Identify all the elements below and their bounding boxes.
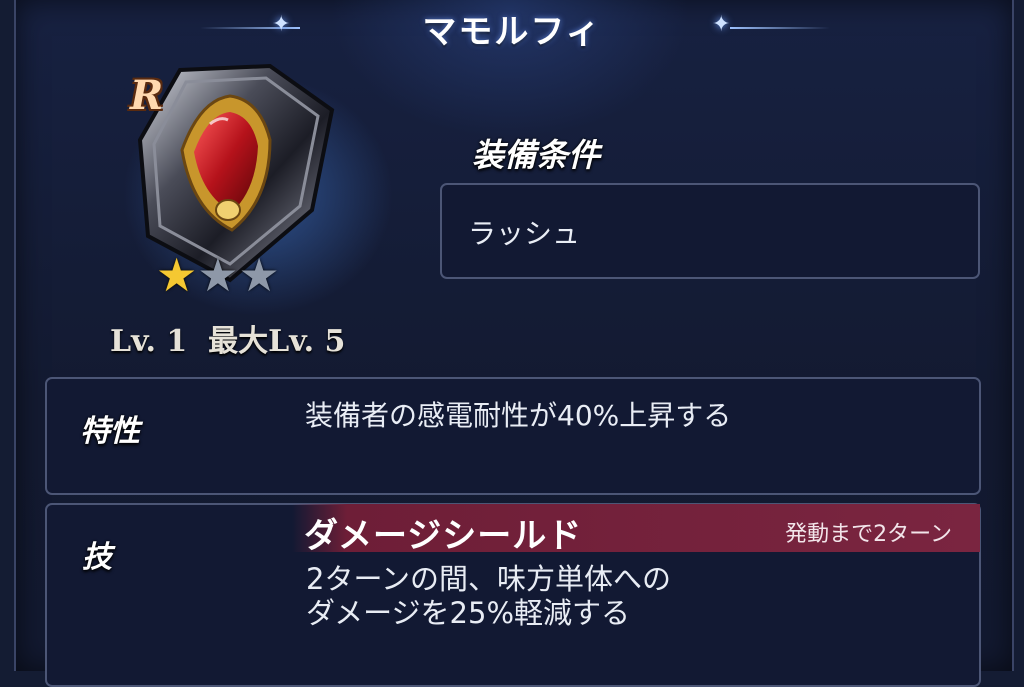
skill-label: 技 <box>82 540 112 575</box>
star-icon: ★ <box>156 248 198 302</box>
star-icon: ★ <box>238 248 280 302</box>
title-line-right <box>730 27 830 29</box>
skill-description: 2ターンの間、味方単体への ダメージを25%軽減する <box>306 562 671 630</box>
equip-condition-value: ラッシュ <box>468 217 581 250</box>
level-text: Lv. 1 最大Lv. 5 <box>110 324 346 359</box>
skill-cooldown: 発動まで2ターン <box>785 522 952 547</box>
sparkle-icon: ✦ <box>712 12 731 37</box>
trait-text: 装備者の感電耐性が40%上昇する <box>305 399 732 432</box>
skill-desc-line-2: ダメージを25%軽減する <box>306 596 631 630</box>
item-title: マモルフィ <box>422 12 602 52</box>
rarity-badge: R <box>130 72 164 119</box>
skill-desc-line-1: 2ターンの間、味方単体への <box>306 562 672 596</box>
star-icon: ★ <box>197 248 239 302</box>
skill-name: ダメージシールド <box>304 516 583 556</box>
trait-label: 特性 <box>80 414 140 449</box>
equip-condition-heading: 装備条件 <box>472 136 601 174</box>
star-rating: ★ ★ ★ <box>156 252 280 298</box>
